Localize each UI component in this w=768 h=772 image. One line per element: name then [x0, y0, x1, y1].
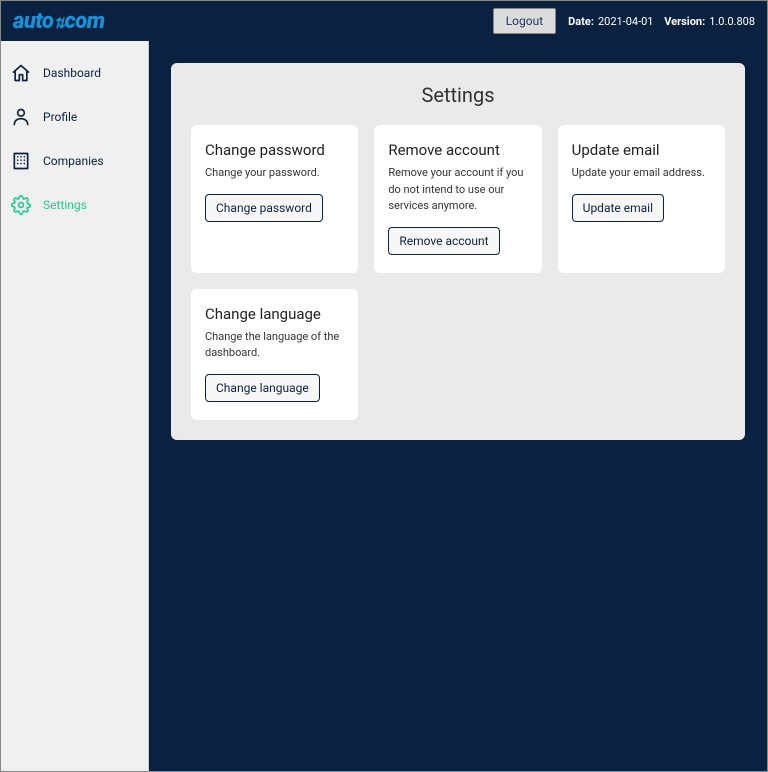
sidebar-item-label: Profile [43, 110, 77, 124]
sidebar: Dashboard Profile [1, 41, 149, 771]
home-icon [9, 61, 33, 85]
sidebar-item-label: Settings [43, 198, 87, 212]
version-label: Version: [664, 15, 705, 28]
logout-button[interactable]: Logout [493, 8, 556, 34]
sidebar-item-dashboard[interactable]: Dashboard [1, 51, 148, 95]
gear-icon [9, 193, 33, 217]
card-title: Change language [205, 305, 344, 323]
header: auto⇅com Logout Date: 2021-04-01 Version… [1, 1, 767, 41]
change-password-button[interactable]: Change password [205, 194, 323, 222]
card-desc: Change your password. [205, 165, 344, 182]
card-desc: Update your email address. [572, 165, 711, 182]
sidebar-item-label: Dashboard [43, 66, 101, 80]
logo: auto⇅com [13, 9, 105, 34]
main-content: Settings Change password Change your pas… [149, 41, 767, 771]
card-update-email: Update email Update your email address. … [558, 125, 725, 273]
change-language-button[interactable]: Change language [205, 374, 320, 402]
card-title: Remove account [388, 141, 527, 159]
page-title: Settings [191, 83, 725, 107]
card-title: Update email [572, 141, 711, 159]
header-info: Date: 2021-04-01 Version: 1.0.0.808 [568, 15, 755, 28]
sidebar-item-profile[interactable]: Profile [1, 95, 148, 139]
sidebar-item-settings[interactable]: Settings [1, 183, 148, 227]
user-icon [9, 105, 33, 129]
sidebar-item-companies[interactable]: Companies [1, 139, 148, 183]
building-icon [9, 149, 33, 173]
settings-panel: Settings Change password Change your pas… [171, 63, 745, 440]
card-title: Change password [205, 141, 344, 159]
date-label: Date: [568, 15, 594, 28]
sidebar-item-label: Companies [43, 154, 104, 168]
card-desc: Remove your account if you do not intend… [388, 165, 527, 215]
card-change-password: Change password Change your password. Ch… [191, 125, 358, 273]
remove-account-button[interactable]: Remove account [388, 227, 499, 255]
date-value: 2021-04-01 [598, 15, 654, 28]
version-value: 1.0.0.808 [709, 15, 755, 28]
card-desc: Change the language of the dashboard. [205, 329, 344, 362]
card-change-language: Change language Change the language of t… [191, 289, 358, 420]
update-email-button[interactable]: Update email [572, 194, 664, 222]
card-remove-account: Remove account Remove your account if yo… [374, 125, 541, 273]
card-grid: Change password Change your password. Ch… [191, 125, 725, 420]
